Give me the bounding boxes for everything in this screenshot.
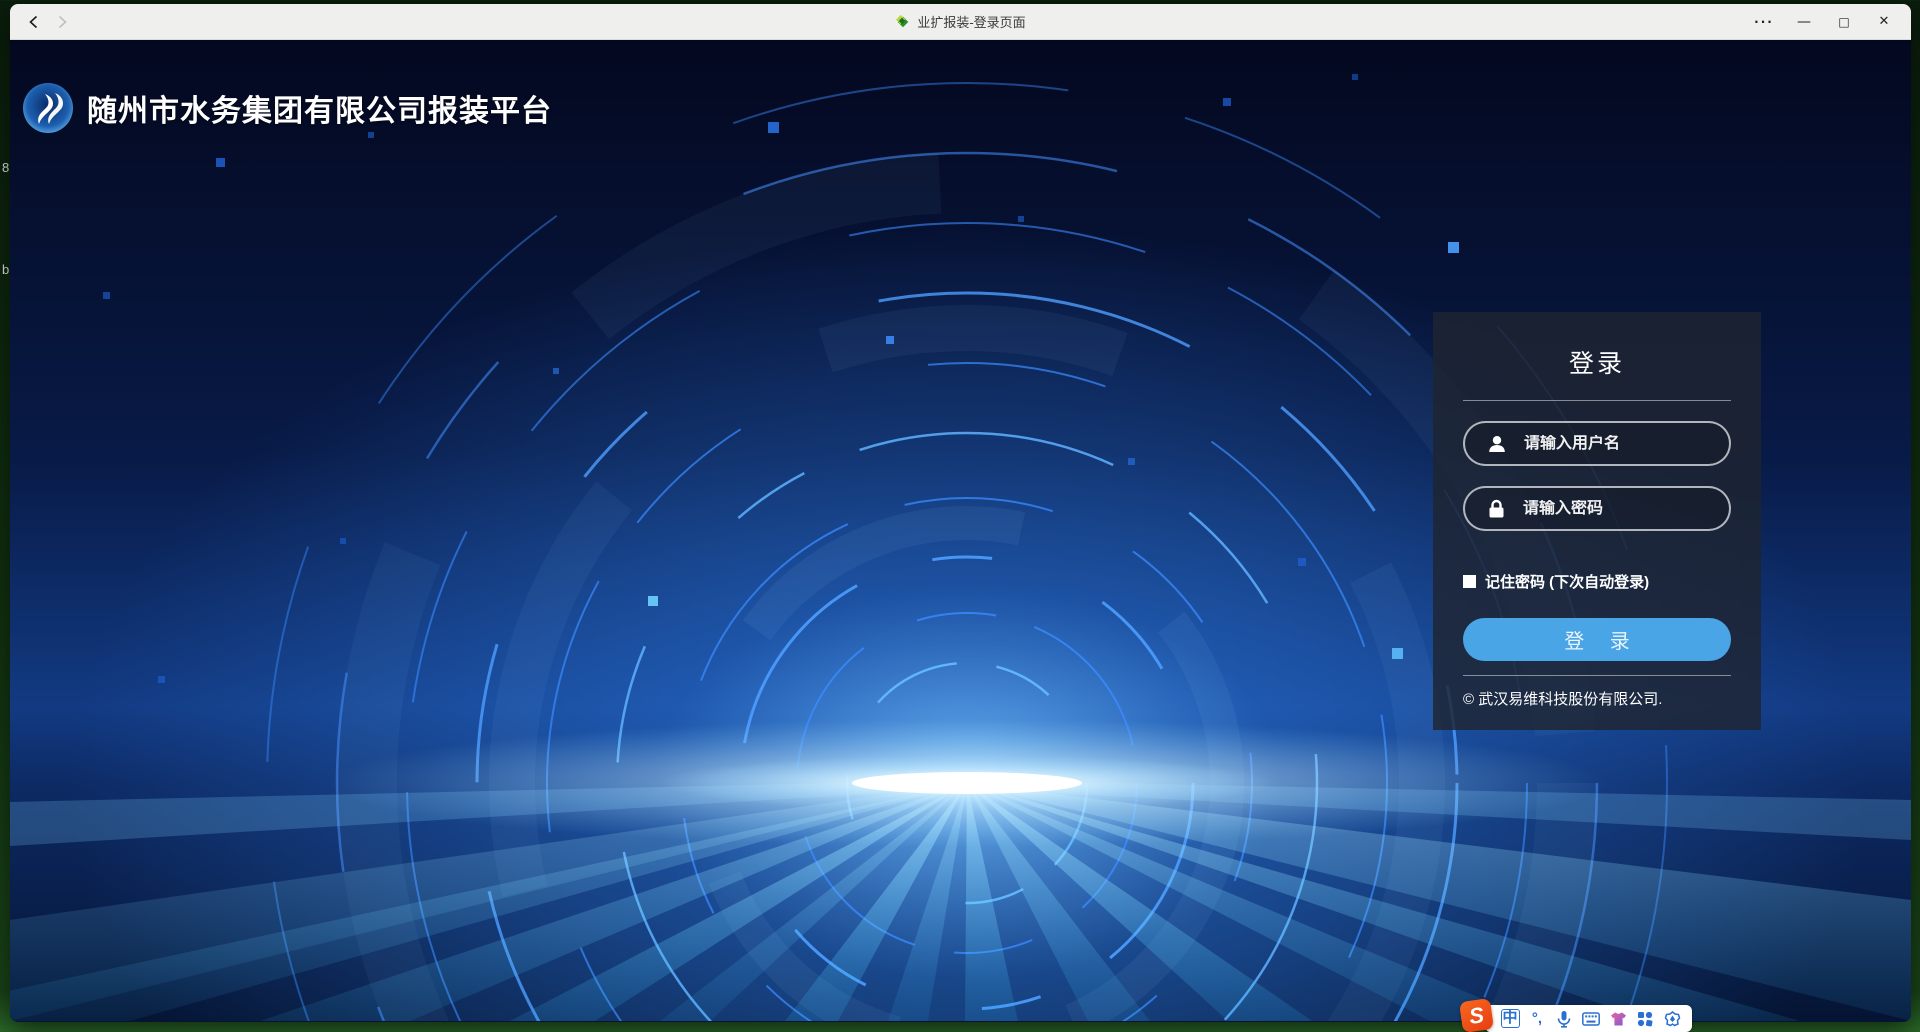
ime-toolbar: S 中 °, bbox=[1461, 999, 1692, 1032]
toolbox-grid-icon bbox=[1637, 1011, 1653, 1027]
gear-icon bbox=[1664, 1011, 1681, 1027]
ime-keyboard-button[interactable] bbox=[1581, 1008, 1601, 1029]
panel-divider bbox=[1463, 675, 1731, 676]
forward-button[interactable] bbox=[48, 8, 76, 36]
page-title: 业扩报装-登录页面 bbox=[917, 12, 1025, 31]
username-input[interactable] bbox=[1524, 435, 1743, 453]
brand-header: 随州市水务集团有限公司报装平台 bbox=[22, 82, 552, 134]
ime-toolbox-button[interactable] bbox=[1635, 1008, 1655, 1029]
company-logo-icon bbox=[22, 82, 74, 134]
ime-language-mode-button[interactable]: 中 bbox=[1500, 1008, 1520, 1029]
remember-label: 记住密码 (下次自动登录) bbox=[1485, 571, 1649, 592]
back-arrow-icon bbox=[27, 15, 41, 29]
username-field[interactable] bbox=[1463, 421, 1731, 466]
browser-titlebar: 业扩报装-登录页面 ··· — □ ✕ bbox=[10, 4, 1911, 40]
minimize-button[interactable]: — bbox=[1787, 8, 1821, 36]
copyright-text: © 武汉易维科技股份有限公司. bbox=[1463, 688, 1731, 709]
login-page: 随州市水务集团有限公司报装平台 登录 bbox=[10, 40, 1911, 1021]
panel-divider bbox=[1463, 400, 1731, 401]
close-button[interactable]: ✕ bbox=[1867, 8, 1901, 36]
remember-checkbox[interactable] bbox=[1463, 575, 1476, 588]
brand-title: 随州市水务集团有限公司报装平台 bbox=[87, 86, 552, 130]
more-options-button[interactable]: ··· bbox=[1747, 8, 1781, 36]
forward-arrow-icon bbox=[55, 15, 69, 29]
lock-icon bbox=[1487, 499, 1506, 519]
microphone-icon bbox=[1557, 1010, 1571, 1028]
keyboard-icon bbox=[1582, 1012, 1600, 1026]
chinese-mode-icon: 中 bbox=[1501, 1009, 1520, 1028]
ime-voice-button[interactable] bbox=[1554, 1008, 1574, 1029]
maximize-button[interactable]: □ bbox=[1827, 8, 1861, 36]
login-heading: 登录 bbox=[1463, 344, 1731, 380]
ime-settings-button[interactable] bbox=[1662, 1008, 1682, 1029]
ime-punctuation-button[interactable]: °, bbox=[1527, 1008, 1547, 1029]
login-panel: 登录 记住密码 (下次自动登录) 登 录 bbox=[1433, 312, 1761, 730]
desktop-text-fragment: b bbox=[2, 262, 9, 277]
back-button[interactable] bbox=[20, 8, 48, 36]
punctuation-mode-icon: °, bbox=[1532, 1010, 1542, 1027]
ime-bar: 中 °, bbox=[1486, 1005, 1692, 1032]
user-icon bbox=[1487, 434, 1507, 454]
desktop-text-fragment: 8 bbox=[2, 160, 9, 175]
browser-window: 业扩报装-登录页面 ··· — □ ✕ bbox=[10, 4, 1911, 1022]
remember-row: 记住密码 (下次自动登录) bbox=[1463, 571, 1731, 592]
password-field[interactable] bbox=[1463, 486, 1731, 531]
password-input[interactable] bbox=[1523, 500, 1742, 518]
skin-shirt-icon bbox=[1610, 1011, 1627, 1027]
window-controls: ··· — □ ✕ bbox=[1747, 8, 1911, 36]
page-favicon-icon bbox=[895, 14, 910, 29]
titlebar-center: 业扩报装-登录页面 bbox=[10, 4, 1911, 39]
sogou-logo-icon[interactable]: S bbox=[1459, 998, 1494, 1032]
ime-skin-button[interactable] bbox=[1608, 1008, 1628, 1029]
login-button[interactable]: 登 录 bbox=[1463, 618, 1731, 661]
